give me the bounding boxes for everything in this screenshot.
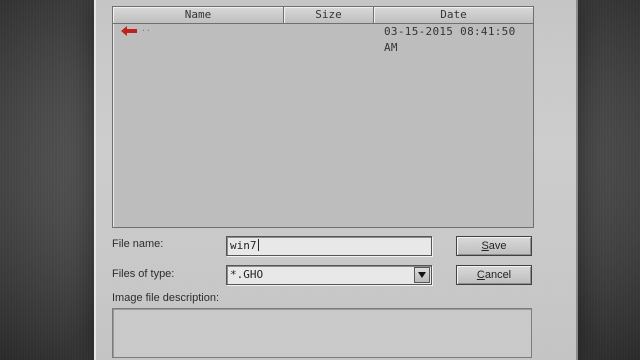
column-header-date[interactable]: Date: [374, 7, 533, 23]
column-header-name[interactable]: Name: [113, 7, 284, 23]
text-caret: [257, 239, 259, 251]
file-list-header: Name Size Date: [113, 7, 533, 24]
save-image-dialog: Name Size Date .. 03-15-2015 08:41:50 AM…: [94, 0, 578, 360]
list-item[interactable]: .. 03-15-2015 08:41:50 AM: [113, 24, 533, 54]
file-type-label: Files of type:: [112, 268, 175, 280]
triangle-down-icon: [418, 272, 426, 278]
image-description-field[interactable]: [112, 308, 532, 358]
image-description-label: Image file description:: [112, 292, 219, 304]
cancel-mnemonic: C: [476, 269, 485, 281]
file-name-label: File name:: [112, 238, 164, 250]
save-mnemonic: S: [481, 240, 489, 252]
file-name-input[interactable]: win7: [226, 236, 432, 256]
file-list[interactable]: Name Size Date .. 03-15-2015 08:41:50 AM: [112, 6, 534, 228]
parent-directory-label: ..: [141, 24, 151, 33]
save-label: ave: [488, 240, 507, 252]
file-type-select[interactable]: *.GHO: [226, 265, 432, 285]
file-type-value: *.GHO: [230, 268, 264, 281]
column-header-size[interactable]: Size: [284, 7, 374, 23]
row-date: 03-15-2015 08:41:50 AM: [384, 25, 516, 54]
cancel-label: ancel: [484, 269, 512, 281]
file-name-value: win7: [230, 239, 257, 252]
dropdown-arrow-button[interactable]: [414, 267, 430, 283]
save-button[interactable]: Save: [456, 236, 532, 256]
cancel-button[interactable]: Cancel: [456, 265, 532, 285]
up-directory-arrow-icon: [121, 26, 137, 36]
